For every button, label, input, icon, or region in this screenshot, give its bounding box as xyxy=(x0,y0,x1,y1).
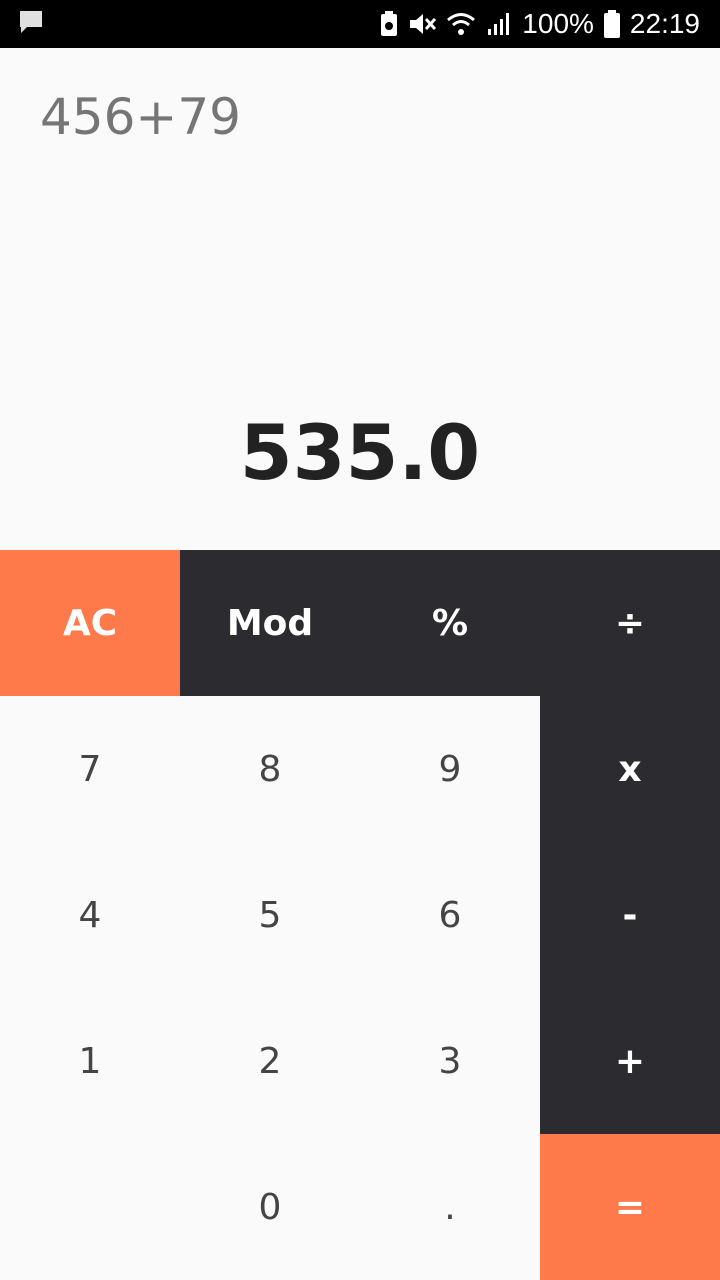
signal-icon xyxy=(486,11,512,37)
divide-button[interactable]: ÷ xyxy=(540,550,720,696)
message-icon xyxy=(18,9,44,39)
digit-4-button[interactable]: 4 xyxy=(0,842,180,988)
multiply-button[interactable]: x xyxy=(540,696,720,842)
mod-button[interactable]: Mod xyxy=(180,550,360,696)
clear-button[interactable]: AC xyxy=(0,550,180,696)
percent-button[interactable]: % xyxy=(360,550,540,696)
status-icons: 100% 22:19 xyxy=(380,8,700,40)
digit-7-button[interactable]: 7 xyxy=(0,696,180,842)
equals-button[interactable]: = xyxy=(540,1134,720,1280)
decimal-button[interactable]: . xyxy=(360,1134,540,1280)
calculator-display: 456+79 535.0 xyxy=(0,48,720,550)
result-text: 535.0 xyxy=(239,408,481,497)
digit-8-button[interactable]: 8 xyxy=(180,696,360,842)
plus-button[interactable]: + xyxy=(540,988,720,1134)
digit-5-button[interactable]: 5 xyxy=(180,842,360,988)
minus-button[interactable]: - xyxy=(540,842,720,988)
wifi-icon xyxy=(446,11,476,37)
digit-9-button[interactable]: 9 xyxy=(360,696,540,842)
digit-6-button[interactable]: 6 xyxy=(360,842,540,988)
mute-icon xyxy=(408,11,437,37)
expression-text: 456+79 xyxy=(40,88,241,146)
keypad: AC Mod % ÷ 7 8 9 x 4 5 6 - 1 2 3 + 0 . = xyxy=(0,550,720,1280)
battery-icon xyxy=(603,10,620,38)
battery-percent: 100% xyxy=(522,8,594,39)
digit-3-button[interactable]: 3 xyxy=(360,988,540,1134)
clock: 22:19 xyxy=(629,8,700,39)
battery-saver-icon xyxy=(380,11,398,37)
digit-1-button[interactable]: 1 xyxy=(0,988,180,1134)
digit-2-button[interactable]: 2 xyxy=(180,988,360,1134)
status-bar: 100% 22:19 xyxy=(0,0,720,48)
digit-0-button[interactable]: 0 xyxy=(180,1134,360,1280)
